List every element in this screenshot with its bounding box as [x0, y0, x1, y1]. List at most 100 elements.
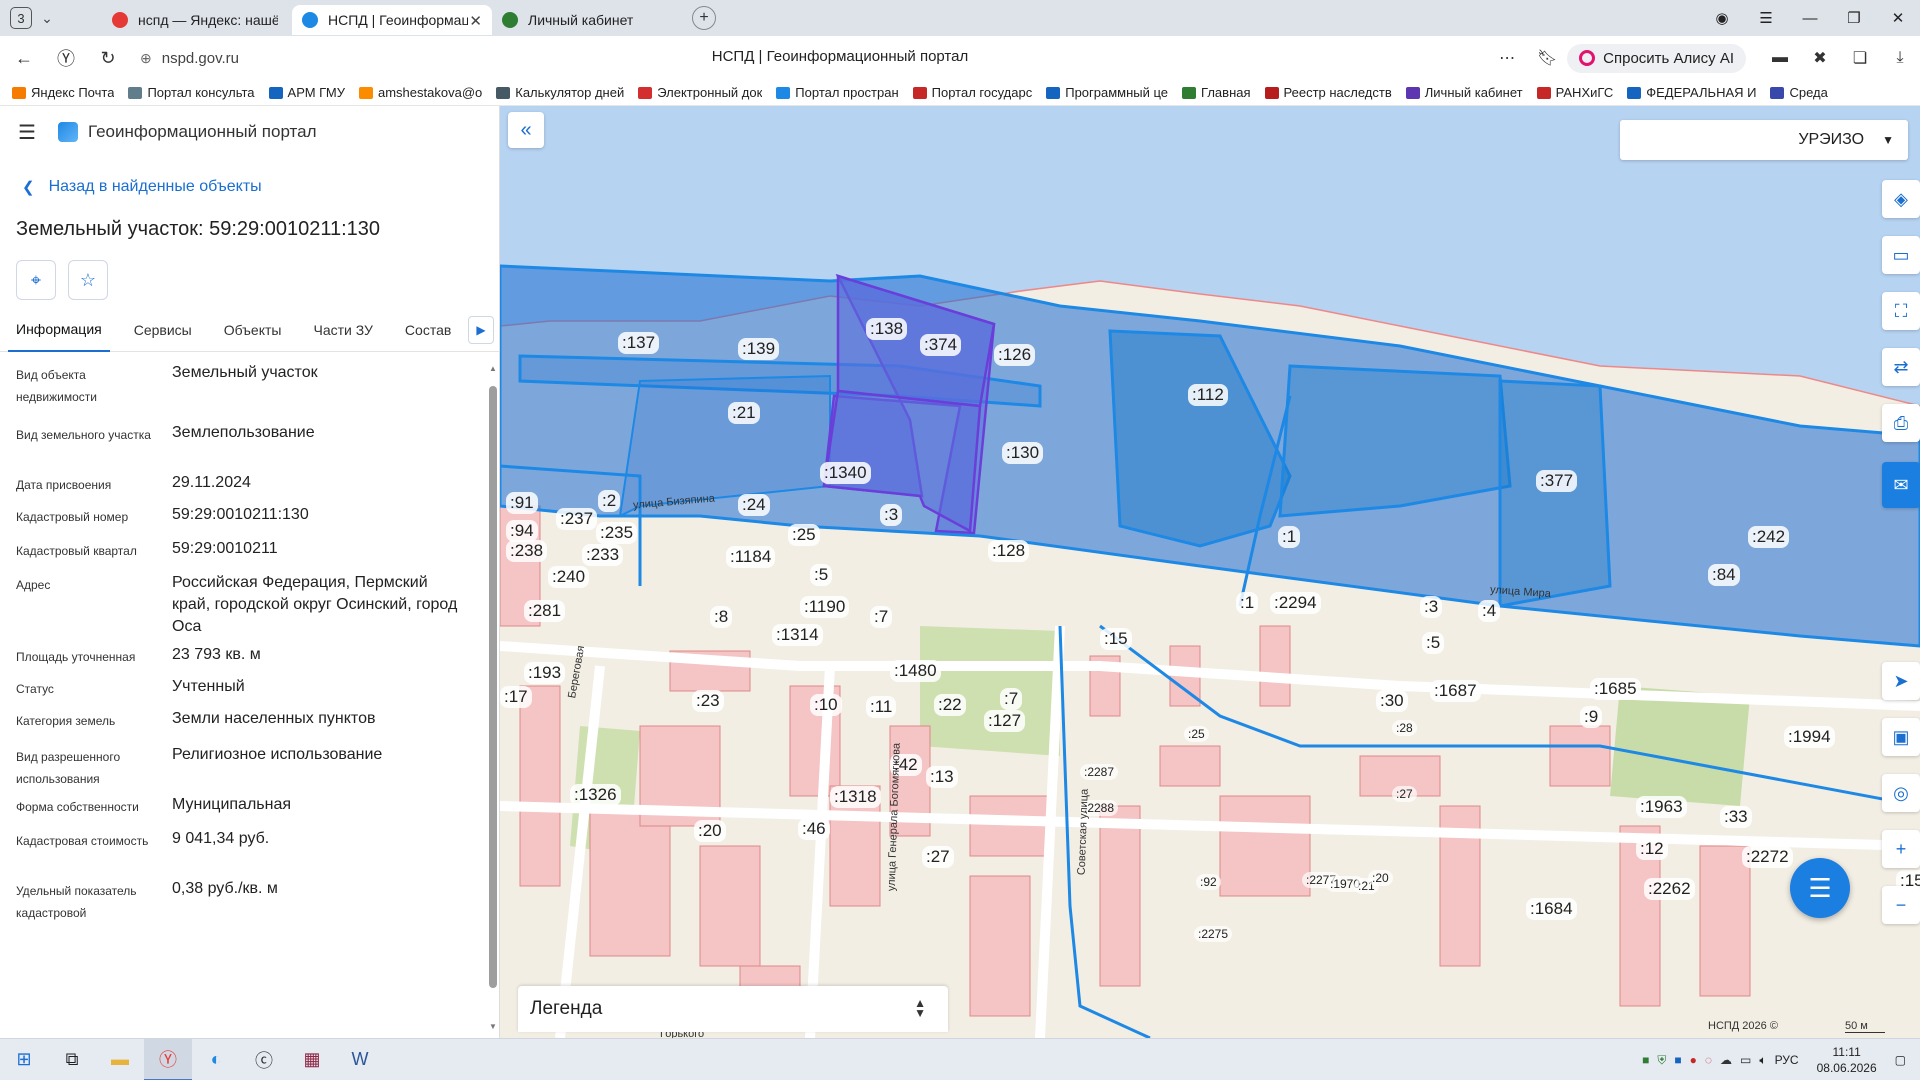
tab-count-badge[interactable]: 3: [10, 7, 32, 29]
parcel-label[interactable]: :5: [1422, 632, 1445, 654]
parcel-label[interactable]: :139: [738, 338, 780, 360]
windows-start-icon[interactable]: ⊞: [0, 1039, 48, 1080]
parcel-label-small[interactable]: :2287: [1080, 764, 1119, 780]
collapse-sidebar-button[interactable]: «: [508, 112, 544, 148]
sidebar-scrollbar[interactable]: ▲ ▼: [489, 364, 497, 1034]
parcel-label[interactable]: :138: [866, 318, 908, 340]
measure-button[interactable]: ▭: [1882, 236, 1920, 274]
close-window-button[interactable]: ✕: [1876, 9, 1920, 27]
parcel-label[interactable]: :1480: [890, 660, 941, 682]
parcel-label[interactable]: :84: [1708, 564, 1740, 586]
parcel-label[interactable]: :9: [1580, 706, 1603, 728]
browser-tab-nspd[interactable]: НСПД | Геоинформаци ✕: [292, 5, 492, 35]
task-view-icon[interactable]: ⧉: [48, 1039, 96, 1080]
yandex-browser-icon[interactable]: Ⓨ: [144, 1038, 192, 1080]
parcel-label[interactable]: :1184: [726, 546, 776, 568]
restore-button[interactable]: ❐: [1832, 9, 1876, 27]
tray-app-icon[interactable]: ●: [1690, 1053, 1697, 1067]
parcel-label[interactable]: :127: [984, 710, 1026, 732]
bookmark-item[interactable]: Яндекс Почта: [12, 85, 114, 100]
bookmark-item[interactable]: АРМ ГМУ: [268, 85, 345, 100]
zoom-out-button[interactable]: −: [1882, 886, 1920, 924]
feedback-button[interactable]: ✉: [1882, 462, 1920, 508]
parcel-label[interactable]: :1687: [1430, 680, 1481, 702]
parcel-label[interactable]: :4: [1478, 600, 1501, 622]
bookmark-item[interactable]: Портал консульта: [128, 85, 255, 100]
browser-tab-yandex[interactable]: нспд — Яндекс: нашёлся: [102, 5, 292, 35]
parcel-label[interactable]: :12: [1636, 838, 1668, 860]
tab-composition[interactable]: Состав: [397, 308, 459, 352]
chat-button[interactable]: ☰: [1790, 858, 1850, 918]
select-area-button[interactable]: ⛶: [1882, 292, 1920, 330]
tabs-dropdown-icon[interactable]: ⌄: [32, 10, 62, 27]
parcel-label-small[interactable]: :20: [1368, 870, 1393, 886]
bookmark-item[interactable]: amshestakova@o: [359, 85, 482, 100]
bookmark-item[interactable]: Среда: [1770, 85, 1828, 100]
parcel-label[interactable]: :46: [798, 818, 830, 840]
parcel-label[interactable]: :25: [788, 524, 820, 546]
scroll-up-icon[interactable]: ▲: [489, 364, 497, 373]
parcel-label[interactable]: :22: [934, 694, 966, 716]
parcel-label[interactable]: :1190: [800, 596, 850, 618]
extension-icon[interactable]: ▬: [1760, 49, 1800, 67]
tray-app-icon[interactable]: ⛨: [1657, 1053, 1666, 1068]
parcel-label-small[interactable]: :92: [1196, 874, 1221, 890]
favorite-button[interactable]: ☆: [68, 260, 108, 300]
extension-icon[interactable]: ✖: [1800, 48, 1840, 68]
parcel-label[interactable]: :137: [618, 332, 660, 354]
parcel-label[interactable]: :17: [500, 686, 532, 708]
print-button[interactable]: ⎙: [1882, 404, 1920, 442]
tab-parts[interactable]: Части ЗУ: [305, 308, 380, 352]
legend-panel[interactable]: Легенда ▲ ▼: [518, 986, 948, 1032]
parcel-label[interactable]: :126: [994, 344, 1036, 366]
file-explorer-icon[interactable]: ▬: [96, 1039, 144, 1080]
parcel-label[interactable]: :94: [506, 520, 538, 542]
parcel-label[interactable]: :235: [596, 522, 638, 544]
minimize-button[interactable]: —: [1788, 10, 1832, 27]
parcel-label[interactable]: :30: [1376, 690, 1408, 712]
parcel-label[interactable]: :23: [692, 690, 724, 712]
app-icon[interactable]: ⓒ: [240, 1039, 288, 1080]
parcel-label[interactable]: :7: [1000, 688, 1023, 710]
layer-select[interactable]: УРЭИЗО ▼: [1620, 120, 1908, 160]
tray-app-icon[interactable]: ☁: [1720, 1053, 1732, 1067]
parcel-label[interactable]: :15: [1100, 628, 1132, 650]
basemap-button[interactable]: ▣: [1882, 718, 1920, 756]
bookmark-item[interactable]: Калькулятор дней: [496, 85, 624, 100]
hamburger-menu-icon[interactable]: ☰: [18, 120, 38, 145]
parcel-label[interactable]: :242: [1748, 526, 1790, 548]
parcel-label[interactable]: :91: [506, 492, 538, 514]
clock[interactable]: 11:11 08.06.2026: [1817, 1044, 1877, 1076]
bookmark-item[interactable]: Реестр наследств: [1264, 85, 1392, 100]
parcel-label-small[interactable]: :2275: [1194, 926, 1233, 942]
parcel-label[interactable]: :281: [524, 600, 566, 622]
volume-icon[interactable]: 🔈︎: [1759, 1053, 1766, 1068]
parcel-label[interactable]: :233: [582, 544, 624, 566]
parcel-label[interactable]: :128: [988, 540, 1030, 562]
geolocation-button[interactable]: ➤: [1882, 662, 1920, 700]
bookmark-item[interactable]: Портал государс: [912, 85, 1032, 100]
scroll-thumb[interactable]: [489, 386, 497, 988]
parcel-label[interactable]: :240: [548, 566, 590, 588]
zoom-in-button[interactable]: +: [1882, 830, 1920, 868]
menu-icon[interactable]: ☰: [1744, 9, 1788, 27]
cadastral-map[interactable]: :137:139:138:374:126:112:21:130:1340:377…: [500, 106, 1920, 1038]
tab-services[interactable]: Сервисы: [126, 308, 200, 352]
bookmark-item[interactable]: РАНХиГС: [1536, 85, 1613, 100]
network-icon[interactable]: ▭: [1740, 1053, 1751, 1067]
parcel-label[interactable]: :1685: [1590, 678, 1641, 700]
back-to-results-link[interactable]: ❮ Назад в найденные объекты: [22, 178, 262, 196]
bookmark-item[interactable]: Личный кабинет: [1405, 85, 1523, 100]
parcel-label-small[interactable]: :27: [1392, 786, 1417, 802]
share-button[interactable]: ⇄: [1882, 348, 1920, 386]
tray-app-icon[interactable]: ◌: [1705, 1053, 1712, 1067]
ask-alisa-button[interactable]: Спросить Алису AI: [1567, 43, 1746, 73]
zoom-to-object-button[interactable]: ⌖: [16, 260, 56, 300]
tab-objects[interactable]: Объекты: [216, 308, 290, 352]
parcel-label[interactable]: :8: [710, 606, 733, 628]
download-icon[interactable]: ⤓: [1880, 49, 1920, 67]
parcel-label[interactable]: :1326: [570, 784, 621, 806]
parcel-label[interactable]: :377: [1536, 470, 1578, 492]
parcel-label[interactable]: :3: [1420, 596, 1443, 618]
parcel-label[interactable]: :20: [694, 820, 726, 842]
